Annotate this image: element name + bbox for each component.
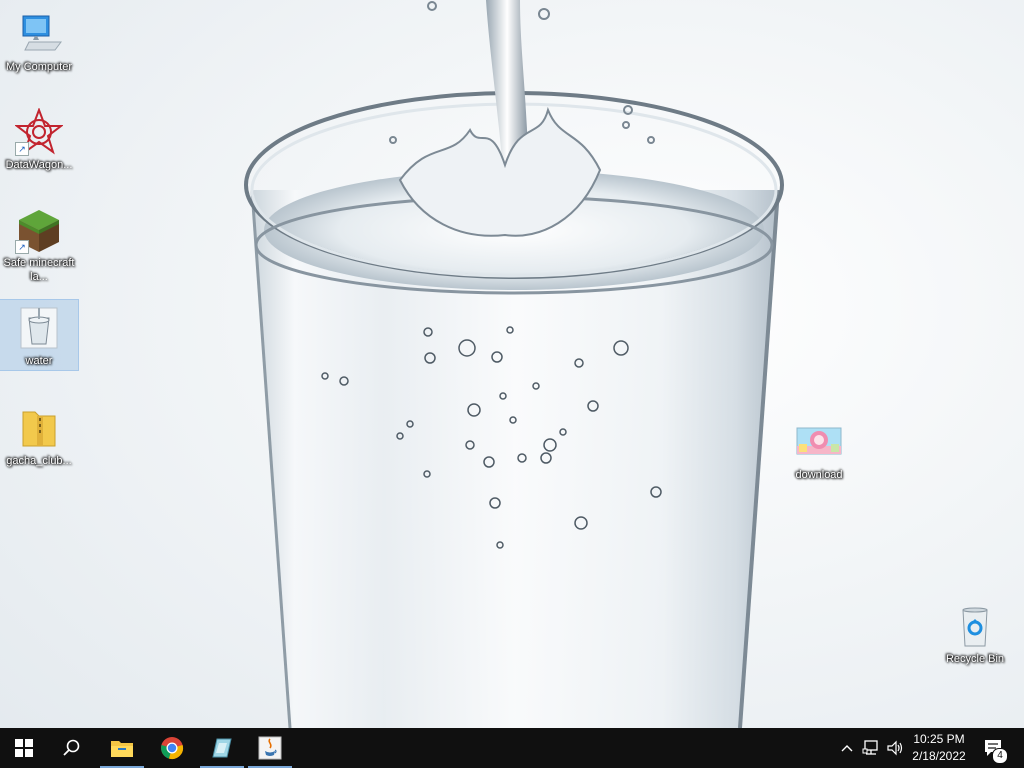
windows-logo-icon (15, 739, 33, 757)
taskbar: 10:25 PM 2/18/2022 4 (0, 728, 1024, 768)
desktop-icon-recycle-bin[interactable]: Recycle Bin (936, 598, 1014, 666)
desktop-icon-label: My Computer (5, 61, 73, 73)
desktop-icon-download[interactable]: download (780, 414, 858, 482)
desktop-icon-datawagon[interactable]: ↗ DataWagon... (0, 104, 78, 172)
taskbar-water-viewer[interactable] (198, 728, 246, 768)
desktop-icon-label: Safe minecraft la... (3, 257, 75, 283)
show-hidden-icons-button[interactable] (838, 728, 856, 768)
desktop-icon-safe-minecraft[interactable]: ↗ Safe minecraft la... (0, 202, 78, 284)
chevron-up-icon (841, 745, 853, 752)
desktop-icon-water[interactable]: water (0, 299, 79, 371)
volume-button[interactable] (884, 728, 906, 768)
desktop-icon-label: gacha_club... (6, 455, 72, 467)
desktop-icon-label: Recycle Bin (945, 653, 1005, 665)
shortcut-arrow-icon: ↗ (15, 142, 29, 156)
computer-icon (15, 10, 63, 58)
shortcut-arrow-icon: ↗ (15, 240, 29, 254)
desktop-icon-label: DataWagon... (5, 159, 73, 171)
folder-icon (111, 741, 133, 757)
desktop-icon-label: download (795, 469, 843, 481)
clock-button[interactable]: 10:25 PM 2/18/2022 (906, 731, 972, 765)
taskbar-chrome[interactable] (148, 728, 196, 768)
action-center-button[interactable]: 4 (976, 728, 1012, 768)
photo-icon (212, 738, 232, 758)
wallpaper-glass-of-water (244, 0, 784, 728)
minecraft-icon: ↗ (15, 206, 63, 254)
network-icon (862, 740, 878, 755)
datawagon-icon: ↗ (14, 107, 64, 156)
search-button[interactable] (48, 728, 96, 768)
clock-time: 10:25 PM (913, 732, 965, 746)
java-icon (258, 736, 282, 760)
speaker-icon (887, 740, 903, 756)
desktop-icon-my-computer[interactable]: My Computer (0, 6, 78, 74)
taskbar-file-explorer[interactable] (98, 728, 146, 768)
desktop-icon-gacha-club[interactable]: gacha_club... (0, 400, 78, 468)
start-button[interactable] (0, 728, 48, 768)
image-file-icon (795, 418, 843, 466)
notification-count-badge: 4 (992, 748, 1008, 764)
network-button[interactable] (860, 728, 882, 768)
water-image-icon (15, 304, 63, 352)
clock-date: 2/18/2022 (912, 749, 966, 763)
desktop-icon-label: water (25, 355, 53, 367)
taskbar-java[interactable] (246, 728, 294, 768)
chrome-icon (161, 737, 184, 760)
search-icon (63, 739, 80, 756)
zip-folder-icon (15, 404, 63, 452)
recycle-bin-icon (951, 602, 999, 650)
